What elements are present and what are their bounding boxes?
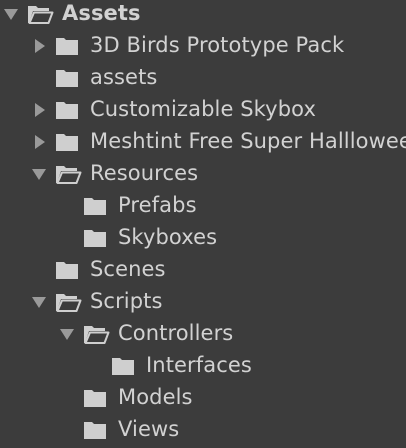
- tree-item-interfaces[interactable]: Interfaces: [0, 350, 406, 382]
- folder-open-icon: [82, 318, 110, 350]
- chevron-down-icon[interactable]: [2, 0, 20, 30]
- tree-item-label: 3D Birds Prototype Pack: [90, 33, 345, 57]
- chevron-right-icon[interactable]: [30, 30, 48, 62]
- chevron-down-icon[interactable]: [30, 286, 48, 318]
- tree-item-resources[interactable]: Resources: [0, 158, 406, 190]
- folder-icon: [82, 190, 110, 222]
- tree-item-meshtint-free-super-hallloween[interactable]: Meshtint Free Super Hallloween: [0, 126, 406, 158]
- tree-item-views[interactable]: Views: [0, 414, 406, 446]
- folder-icon: [82, 222, 110, 254]
- folder-icon: [54, 62, 82, 94]
- tree-item-prefabs[interactable]: Prefabs: [0, 190, 406, 222]
- chevron-down-icon[interactable]: [58, 318, 76, 350]
- tree-item-label: Resources: [90, 161, 199, 185]
- tree-item-label: Meshtint Free Super Hallloween: [90, 129, 406, 153]
- tree-item-label: Customizable Skybox: [90, 97, 316, 121]
- tree-item-scenes[interactable]: Scenes: [0, 254, 406, 286]
- folder-icon: [54, 254, 82, 286]
- tree-item-assets[interactable]: Assets: [0, 0, 406, 30]
- folder-icon: [82, 382, 110, 414]
- folder-icon: [54, 126, 82, 158]
- tree-item-label: Scenes: [90, 257, 166, 281]
- tree-item-label: Prefabs: [118, 193, 197, 217]
- tree-item-label: assets: [90, 65, 158, 89]
- chevron-right-icon[interactable]: [30, 126, 48, 158]
- tree-item-3d-birds-prototype-pack[interactable]: 3D Birds Prototype Pack: [0, 30, 406, 62]
- tree-item-skyboxes[interactable]: Skyboxes: [0, 222, 406, 254]
- chevron-down-icon[interactable]: [30, 158, 48, 190]
- folder-icon: [54, 30, 82, 62]
- tree-item-scripts[interactable]: Scripts: [0, 286, 406, 318]
- project-folder-tree: Assets 3D Birds Prototype Pack assets Custo…: [0, 0, 406, 448]
- tree-item-models[interactable]: Models: [0, 382, 406, 414]
- tree-item-label: Controllers: [118, 321, 234, 345]
- folder-icon: [110, 350, 138, 382]
- tree-item-label: Scripts: [90, 289, 163, 313]
- tree-item-label: Assets: [62, 1, 141, 25]
- folder-icon: [54, 94, 82, 126]
- tree-item-customizable-skybox[interactable]: Customizable Skybox: [0, 94, 406, 126]
- folder-open-icon: [54, 158, 82, 190]
- tree-item-assets[interactable]: assets: [0, 62, 406, 94]
- folder-open-icon: [54, 286, 82, 318]
- tree-item-label: Skyboxes: [118, 225, 218, 249]
- tree-item-label: Models: [118, 385, 193, 409]
- folder-icon: [82, 414, 110, 446]
- chevron-right-icon[interactable]: [30, 94, 48, 126]
- tree-item-label: Interfaces: [146, 353, 252, 377]
- folder-open-icon: [26, 0, 54, 30]
- tree-item-label: Views: [118, 417, 180, 441]
- tree-item-controllers[interactable]: Controllers: [0, 318, 406, 350]
